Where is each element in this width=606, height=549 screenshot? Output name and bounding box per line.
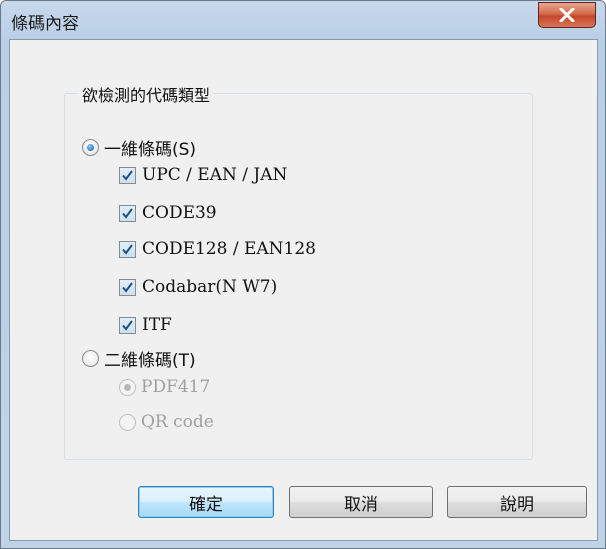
close-button[interactable]	[538, 2, 596, 28]
checkbox-label: CODE128 / EAN128	[142, 239, 316, 259]
ok-button[interactable]: 確定	[138, 486, 274, 518]
checkbox-indicator[interactable]	[119, 204, 136, 222]
checkmark-icon	[122, 281, 133, 293]
checkbox-indicator[interactable]	[119, 240, 136, 258]
radio-pdf417-label: PDF417	[141, 377, 211, 397]
checkbox-code39[interactable]: CODE39	[119, 203, 217, 223]
radio-1d-barcode[interactable]: 一維條碼(S)	[82, 135, 196, 160]
radio-2d-label: 二維條碼(T)	[104, 351, 196, 371]
checkbox-codabar[interactable]: Codabar(N W7)	[119, 277, 277, 297]
checkbox-upc-ean-jan[interactable]: UPC / EAN / JAN	[119, 165, 287, 185]
checkbox-label: UPC / EAN / JAN	[142, 165, 288, 185]
window-title: 條碼內容	[11, 14, 79, 34]
dialog-client-area: 欲檢測的代碼類型 一維條碼(S) UPC / EAN / JAN CODE39 …	[9, 39, 598, 541]
dialog-window: 條碼內容 欲檢測的代碼類型 一維條碼(S) UPC / EAN / JAN CO…	[0, 0, 606, 549]
radio-pdf417: PDF417	[119, 377, 210, 397]
radio-2d-barcode[interactable]: 二維條碼(T)	[82, 346, 196, 371]
help-button[interactable]: 說明	[447, 486, 587, 518]
radio-qr-label: QR code	[141, 412, 214, 432]
checkmark-icon	[122, 319, 133, 331]
checkbox-indicator[interactable]	[119, 166, 136, 184]
radio-2d-indicator[interactable]	[82, 350, 99, 367]
radio-qr-code: QR code	[119, 412, 214, 432]
checkbox-itf[interactable]: ITF	[119, 315, 172, 335]
radio-1d-indicator[interactable]	[82, 139, 99, 156]
radio-qr-indicator	[119, 413, 136, 431]
radio-1d-label: 一維條碼(S)	[104, 140, 197, 160]
checkbox-label: ITF	[142, 315, 172, 335]
cancel-button[interactable]: 取消	[289, 486, 433, 518]
checkbox-code128-ean128[interactable]: CODE128 / EAN128	[119, 239, 316, 259]
checkbox-label: CODE39	[142, 203, 217, 223]
close-icon	[559, 8, 575, 22]
checkbox-label: Codabar(N W7)	[142, 277, 278, 297]
checkbox-indicator[interactable]	[119, 278, 136, 296]
checkbox-indicator[interactable]	[119, 316, 136, 334]
checkmark-icon	[122, 207, 133, 219]
checkmark-icon	[122, 243, 133, 255]
group-legend: 欲檢測的代碼類型	[79, 82, 214, 106]
title-bar[interactable]: 條碼內容	[1, 1, 605, 39]
radio-pdf417-indicator	[119, 378, 136, 396]
checkmark-icon	[122, 169, 133, 181]
